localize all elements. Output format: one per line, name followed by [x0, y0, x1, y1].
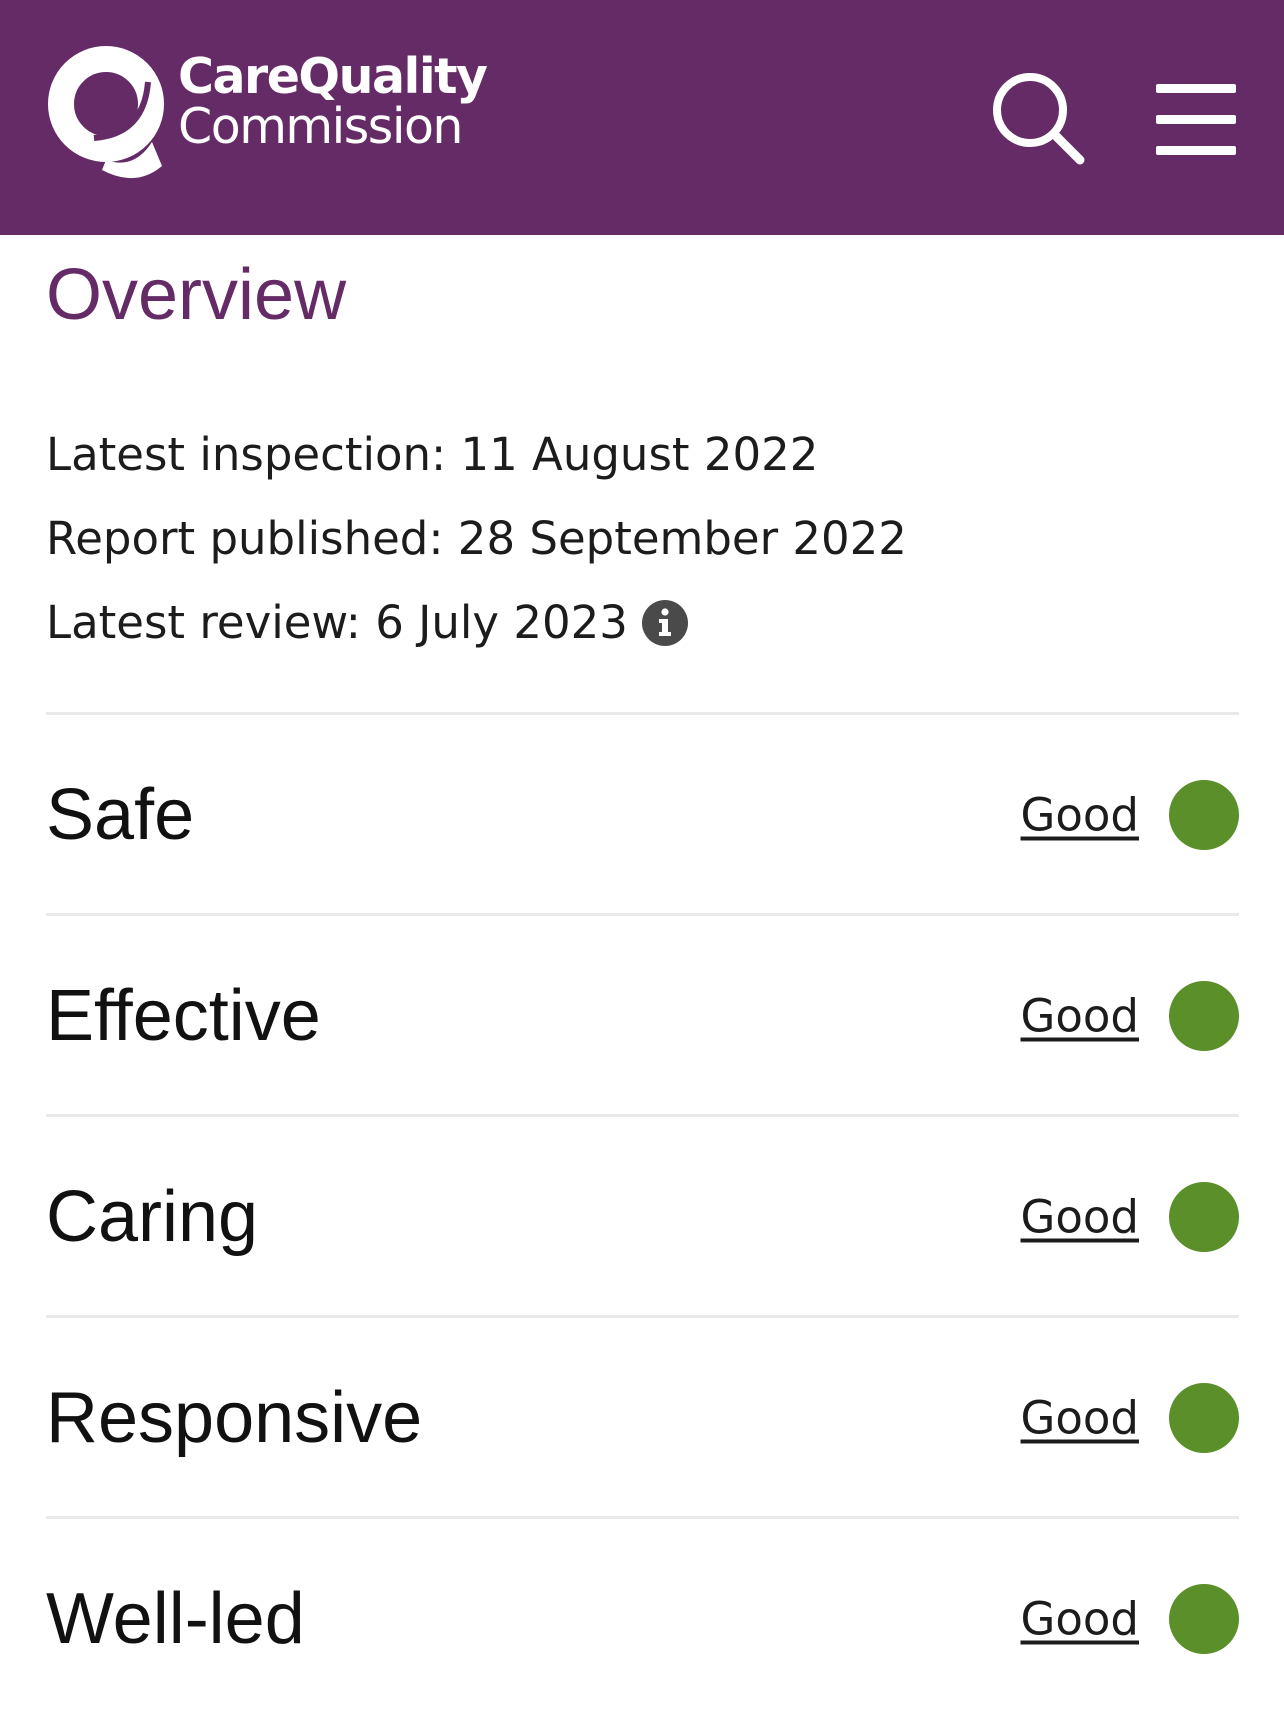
rating-link-effective[interactable]: Good [1021, 994, 1140, 1039]
divider [46, 1114, 1239, 1117]
rating-category-label: Safe [46, 775, 195, 855]
divider [46, 1315, 1239, 1318]
latest-review-text: Latest review: 6 July 2023 [46, 596, 628, 649]
divider [46, 1516, 1239, 1519]
latest-review-row: Latest review: 6 July 2023 [46, 596, 688, 650]
rating-link-safe[interactable]: Good [1021, 793, 1140, 838]
divider [46, 712, 1239, 715]
rating-row-responsive: Responsive Good [46, 1319, 1239, 1517]
rating-link-responsive[interactable]: Good [1021, 1396, 1140, 1441]
rating-link-well-led[interactable]: Good [1021, 1597, 1140, 1642]
rating-category-label: Well-led [46, 1579, 305, 1659]
logo-line-2: Commission [178, 98, 463, 155]
page-title: Overview [46, 255, 347, 335]
rating-category-label: Caring [46, 1177, 259, 1257]
rating-category-label: Responsive [46, 1378, 423, 1458]
rating-status-dot [1169, 1584, 1239, 1654]
rating-status-dot [1169, 1182, 1239, 1252]
rating-row-caring: Caring Good [46, 1118, 1239, 1316]
search-icon[interactable] [990, 70, 1090, 170]
rating-link-caring[interactable]: Good [1021, 1195, 1140, 1240]
rating-category-label: Effective [46, 976, 321, 1056]
rating-status-dot [1169, 780, 1239, 850]
rating-row-safe: Safe Good [46, 716, 1239, 914]
rating-row-well-led: Well-led Good [46, 1520, 1239, 1718]
site-header: CareQuality Commission [0, 0, 1284, 235]
logo-line-1: CareQuality [178, 48, 488, 105]
latest-inspection-text: Latest inspection: 11 August 2022 [46, 428, 819, 481]
rating-status-dot [1169, 981, 1239, 1051]
rating-row-effective: Effective Good [46, 917, 1239, 1115]
cqc-q-logo-icon [48, 46, 164, 179]
divider [46, 913, 1239, 916]
logo-wordmark: CareQuality Commission [178, 48, 488, 155]
hamburger-menu-icon[interactable] [1150, 80, 1240, 160]
report-published-text: Report published: 28 September 2022 [46, 512, 907, 565]
rating-status-dot [1169, 1383, 1239, 1453]
info-icon[interactable] [641, 600, 688, 646]
